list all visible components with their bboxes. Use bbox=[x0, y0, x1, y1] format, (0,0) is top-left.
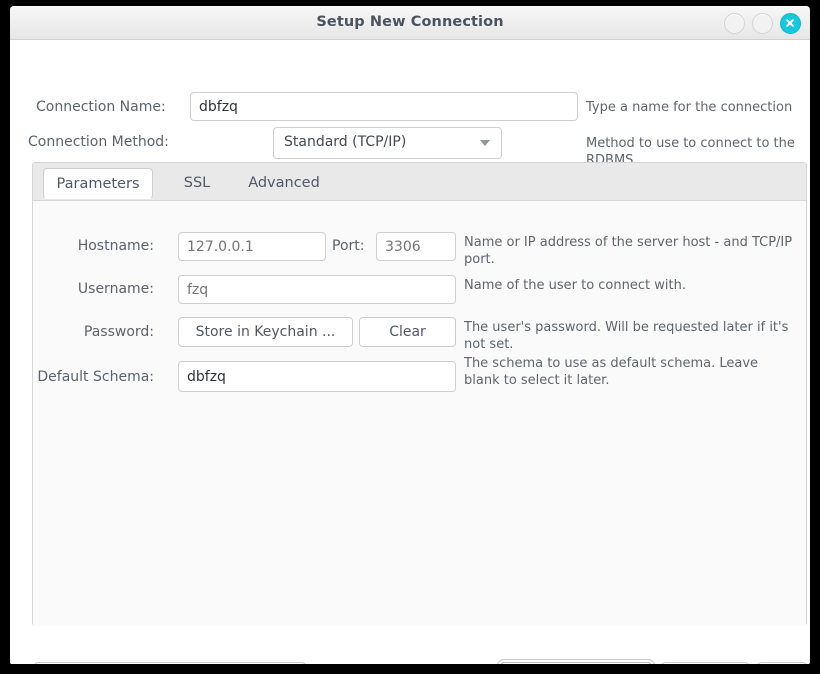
hostname-help: Name or IP address of the server host - … bbox=[464, 235, 793, 267]
username-input[interactable] bbox=[178, 275, 456, 304]
store-in-keychain-button[interactable]: Store in Keychain ... bbox=[178, 317, 353, 347]
connection-method-select[interactable]: Standard (TCP/IP) bbox=[273, 127, 502, 159]
window-title: Setup New Connection bbox=[316, 14, 504, 30]
ok-button[interactable]: OK bbox=[757, 662, 807, 664]
username-help: Name of the user to connect with. bbox=[464, 278, 686, 293]
default-schema-label: Default Schema: bbox=[37, 369, 154, 385]
password-label: Password: bbox=[83, 324, 154, 340]
minimize-button[interactable] bbox=[724, 13, 745, 34]
title-bar: Setup New Connection bbox=[10, 6, 810, 40]
username-label: Username: bbox=[77, 281, 154, 297]
tab-advanced[interactable]: Advanced bbox=[238, 168, 330, 199]
connection-name-help: Type a name for the connection bbox=[586, 100, 793, 115]
port-input[interactable] bbox=[376, 232, 456, 261]
connection-name-label: Connection Name: bbox=[36, 99, 166, 115]
close-button[interactable] bbox=[780, 13, 801, 34]
cancel-button[interactable]: Cancel bbox=[661, 662, 749, 664]
dialog-content: Connection Name: Type a name for the con… bbox=[10, 40, 810, 664]
test-connection-button[interactable]: Test Connection bbox=[500, 662, 652, 664]
tab-ssl[interactable]: SSL bbox=[173, 168, 221, 199]
setup-new-connection-dialog: Setup New Connection Connection Name: Ty… bbox=[10, 6, 810, 664]
chevron-down-icon bbox=[480, 140, 490, 146]
clear-password-button[interactable]: Clear bbox=[359, 317, 456, 347]
configure-server-management-button[interactable]: Configure Server Management... bbox=[34, 662, 306, 664]
window-controls bbox=[724, 13, 801, 34]
connection-name-input[interactable] bbox=[190, 92, 578, 121]
default-schema-help: The schema to use as default schema. Lea… bbox=[464, 356, 759, 388]
password-help: The user's password. Will be requested l… bbox=[464, 320, 789, 352]
hostname-label: Hostname: bbox=[77, 238, 154, 254]
hostname-input[interactable] bbox=[178, 232, 326, 261]
connection-method-value: Standard (TCP/IP) bbox=[284, 134, 407, 150]
tab-strip: Parameters SSL Advanced bbox=[33, 163, 806, 201]
port-label: Port: bbox=[332, 238, 365, 254]
tab-parameters[interactable]: Parameters bbox=[43, 168, 153, 199]
default-schema-input[interactable] bbox=[178, 361, 456, 392]
connection-method-label: Connection Method: bbox=[28, 134, 169, 150]
maximize-button[interactable] bbox=[752, 13, 773, 34]
